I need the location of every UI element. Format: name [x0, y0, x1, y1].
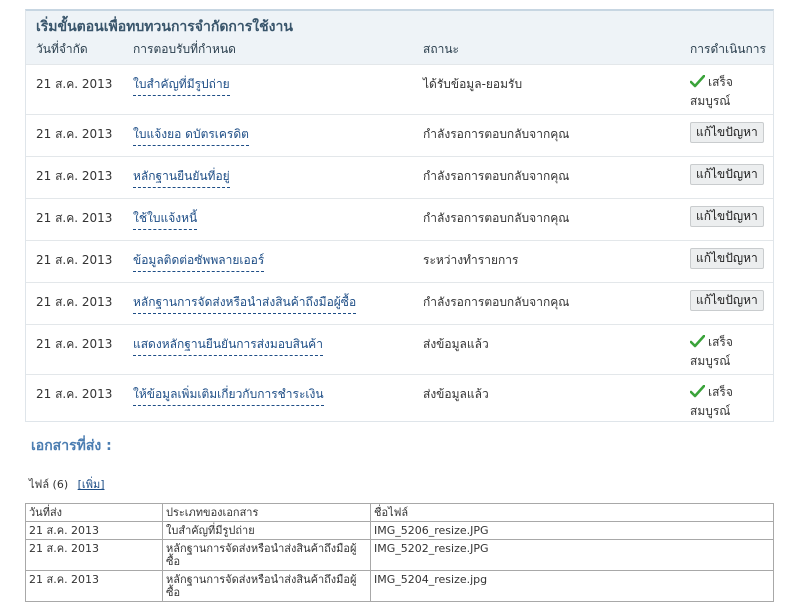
resolve-button[interactable]: แก้ไขปัญหา: [690, 122, 764, 143]
row-date: 21 ส.ค. 2013: [36, 253, 113, 267]
response-link[interactable]: หลักฐานยืนยันที่อยู่: [133, 167, 230, 188]
row-status: ส่งข้อมูลแล้ว: [423, 337, 489, 351]
row-status: กำลังรอการตอบกลับจากคุณ: [423, 295, 570, 309]
col-filename: ชื่อไฟล์: [370, 503, 774, 522]
row-date: 21 ส.ค. 2013: [36, 295, 113, 309]
done-status: เสร็จสมบูรณ์: [689, 383, 770, 421]
review-panel: เริ่มขั้นตอนเพื่อทบทวนการจำกัดการใช้งาน …: [25, 9, 774, 422]
table-row: 21 ส.ค. 2013 หลักฐานการจัดส่งหรือนำส่งสิน…: [26, 282, 773, 325]
response-link[interactable]: แสดงหลักฐานยืนยันการส่งมอบสินค้า: [133, 335, 323, 356]
files-table-header: วันที่ส่ง ประเภทของเอกสาร ชื่อไฟล์: [25, 503, 774, 522]
done-status: เสร็จสมบูรณ์: [689, 333, 770, 371]
files-table: วันที่ส่ง ประเภทของเอกสาร ชื่อไฟล์ 21 ส.…: [25, 503, 774, 602]
add-file-link[interactable]: [เพิ่ม]: [78, 478, 105, 491]
row-status: กำลังรอการตอบกลับจากคุณ: [423, 169, 570, 183]
row-status: ได้รับข้อมูล-ยอมรับ: [423, 77, 523, 91]
file-row: 21 ส.ค. 2013 ใบสำคัญที่มีรูปถ่าย IMG_5206_…: [25, 521, 774, 540]
row-status: ระหว่างทำรายการ: [423, 253, 519, 267]
response-link[interactable]: ใบแจ้งยอ ดบัตรเครดิต: [133, 125, 249, 146]
row-date: 21 ส.ค. 2013: [36, 169, 113, 183]
table-row: 21 ส.ค. 2013 หลักฐานยืนยันที่อยู่ กำลังรอก…: [26, 156, 773, 199]
row-date: 21 ส.ค. 2013: [36, 127, 113, 141]
table-row: 21 ส.ค. 2013 ให้ข้อมูลเพิ่มเติมเกี่ยวกับก…: [26, 374, 773, 423]
row-status: ส่งข้อมูลแล้ว: [423, 387, 489, 401]
file-type: หลักฐานการจัดส่งหรือนำส่งสินค้าถึงมือผู้…: [162, 539, 371, 571]
response-link[interactable]: ใช้ใบแจ้งหนี้: [133, 209, 198, 230]
response-link[interactable]: ข้อมูลติดต่อซัพพลายเออร์: [133, 251, 265, 272]
checkmark-icon: [689, 74, 706, 88]
table-row: 21 ส.ค. 2013 แสดงหลักฐานยืนยันการส่งมอบสิ…: [26, 324, 773, 375]
resolve-button[interactable]: แก้ไขปัญหา: [690, 164, 764, 185]
resolve-button[interactable]: แก้ไขปัญหา: [690, 206, 764, 227]
table-row: 21 ส.ค. 2013 ใบสำคัญที่มีรูปถ่าย ได้รับข้อ…: [26, 64, 773, 115]
response-link[interactable]: ใบสำคัญที่มีรูปถ่าย: [133, 75, 230, 96]
documents-heading: เอกสารที่ส่ง :: [31, 438, 112, 454]
checkmark-icon: [689, 334, 706, 348]
table-row: 21 ส.ค. 2013 ใช้ใบแจ้งหนี้ กำลังรอการตอบกล…: [26, 198, 773, 241]
col-date: วันที่ส่ง: [25, 503, 163, 522]
files-count: ไฟล์ (6): [29, 478, 69, 491]
header-response: การตอบรับที่กำหนด: [133, 42, 236, 56]
header-status: สถานะ: [423, 42, 459, 56]
row-status: กำลังรอการตอบกลับจากคุณ: [423, 211, 570, 225]
table-header: เริ่มขั้นตอนเพื่อทบทวนการจำกัดการใช้งาน …: [26, 11, 773, 64]
resolve-button[interactable]: แก้ไขปัญหา: [690, 248, 764, 269]
response-link[interactable]: หลักฐานการจัดส่งหรือนำส่งสินค้าถึงมือผู้…: [133, 293, 357, 314]
row-date: 21 ส.ค. 2013: [36, 337, 113, 351]
header-date: วันที่จำกัด: [36, 42, 88, 56]
files-line: ไฟล์ (6) [เพิ่ม]: [29, 475, 105, 493]
row-date: 21 ส.ค. 2013: [36, 387, 113, 401]
response-link[interactable]: ให้ข้อมูลเพิ่มเติมเกี่ยวกับการชำระเงิน: [133, 385, 324, 406]
done-status: เสร็จสมบูรณ์: [689, 73, 770, 111]
col-type: ประเภทของเอกสาร: [162, 503, 371, 522]
file-date: 21 ส.ค. 2013: [25, 521, 163, 540]
panel-title: เริ่มขั้นตอนเพื่อทบทวนการจำกัดการใช้งาน: [36, 19, 293, 35]
table-row: 21 ส.ค. 2013 ใบแจ้งยอ ดบัตรเครดิต กำลังรอก…: [26, 114, 773, 157]
file-name: IMG_5206_resize.JPG: [370, 521, 774, 540]
resolve-button[interactable]: แก้ไขปัญหา: [690, 290, 764, 311]
table-row: 21 ส.ค. 2013 ข้อมูลติดต่อซัพพลายเออร์ ระหว…: [26, 240, 773, 283]
file-type: ใบสำคัญที่มีรูปถ่าย: [162, 521, 371, 540]
file-name: IMG_5202_resize.JPG: [370, 539, 774, 571]
file-date: 21 ส.ค. 2013: [25, 539, 163, 571]
header-action: การดำเนินการ: [690, 42, 766, 56]
file-row: 21 ส.ค. 2013 หลักฐานการจัดส่งหรือนำส่งสิน…: [25, 539, 774, 571]
row-status: กำลังรอการตอบกลับจากคุณ: [423, 127, 570, 141]
row-date: 21 ส.ค. 2013: [36, 77, 113, 91]
checkmark-icon: [689, 384, 706, 398]
row-date: 21 ส.ค. 2013: [36, 211, 113, 225]
